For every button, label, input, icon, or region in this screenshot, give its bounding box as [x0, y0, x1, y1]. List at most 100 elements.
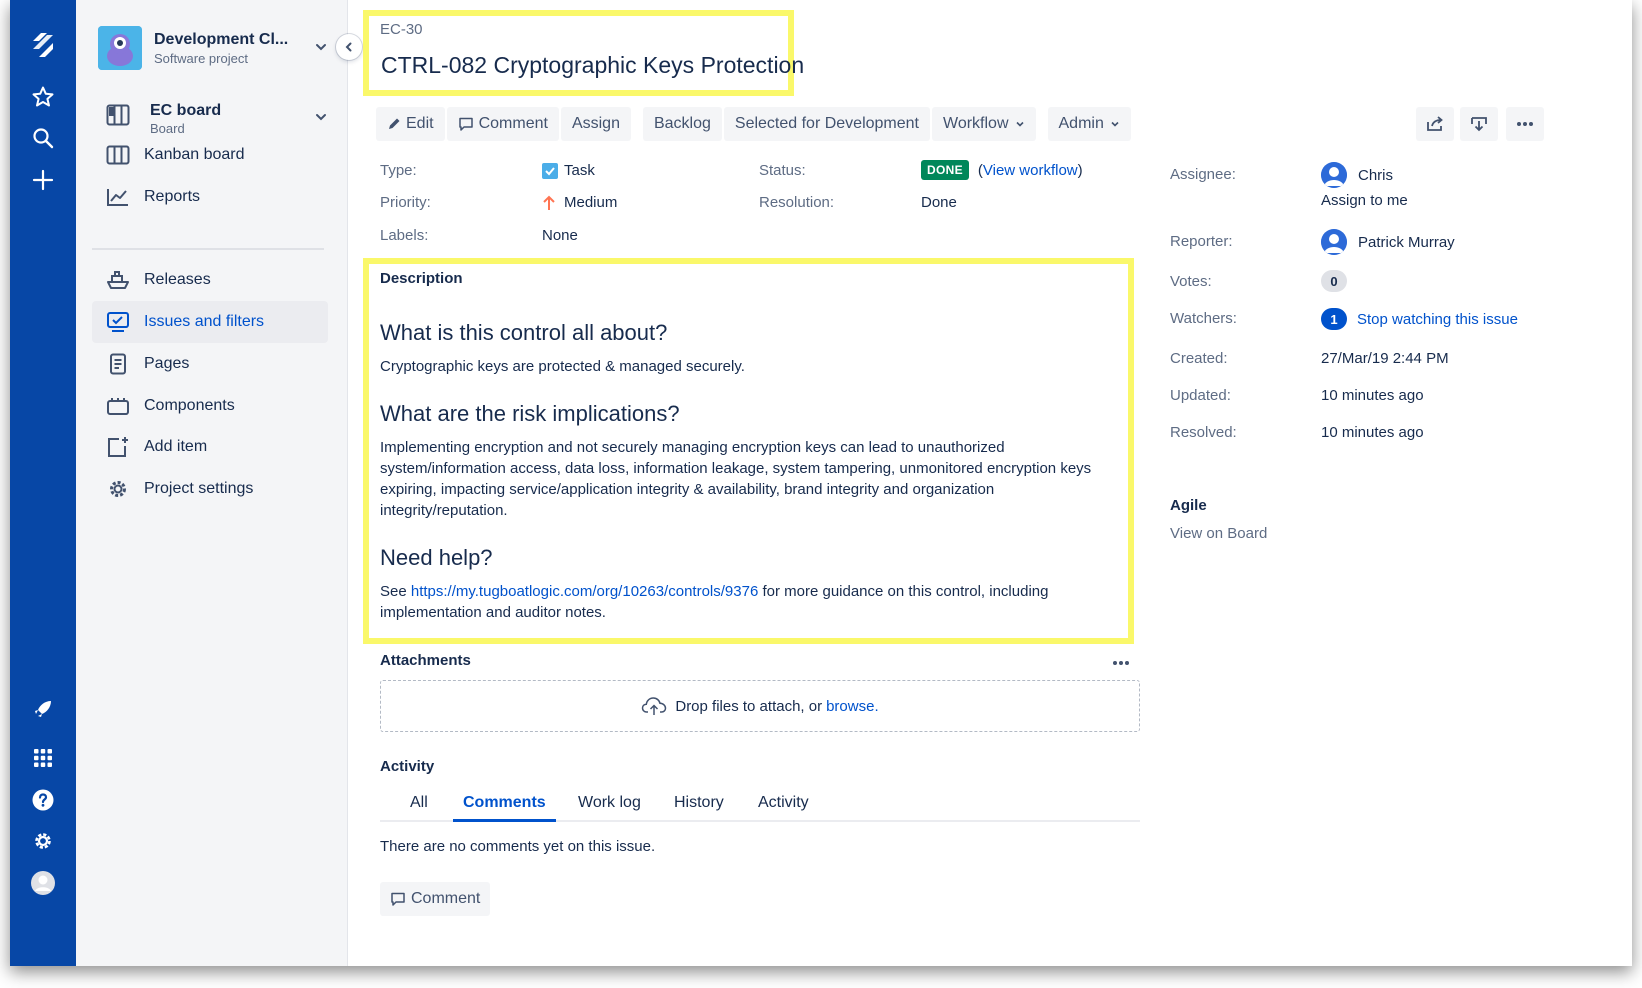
sidebar-item-reports[interactable]: Reports — [92, 176, 328, 218]
help-icon[interactable] — [26, 783, 60, 817]
comment-button[interactable]: Comment — [446, 107, 559, 141]
status-lozenge: DONE — [921, 160, 969, 180]
admin-dropdown[interactable]: Admin — [1047, 107, 1131, 141]
assignee-value[interactable]: Chris — [1321, 162, 1393, 188]
watchers-badge[interactable]: 1 — [1321, 308, 1347, 330]
tab-work-log[interactable]: Work log — [578, 794, 641, 822]
issue-title[interactable]: CTRL-082 Cryptographic Keys Protection — [381, 52, 804, 79]
description-paragraph: See https://my.tugboatlogic.com/org/1026… — [380, 581, 1115, 623]
chevron-down-icon[interactable] — [314, 110, 328, 128]
status-label: Status: — [759, 162, 806, 179]
description-paragraph: Implementing encryption and not securely… — [380, 439, 1092, 519]
view-on-board-link[interactable]: View on Board — [1170, 525, 1267, 542]
page-icon — [92, 353, 144, 375]
project-name: Development Cl... — [154, 31, 289, 48]
attachment-dropzone[interactable]: Drop files to attach, or browse. — [380, 680, 1140, 732]
create-plus-icon[interactable] — [26, 163, 60, 197]
share-button[interactable] — [1416, 107, 1454, 141]
votes-value[interactable]: 0 — [1321, 270, 1357, 292]
sidebar-item-label: Reports — [144, 188, 201, 205]
browse-link[interactable]: browse. — [826, 698, 879, 715]
component-icon — [92, 396, 144, 416]
sidebar-item-project-settings[interactable]: Project settings — [92, 468, 328, 510]
tab-comments[interactable]: Comments — [453, 794, 556, 822]
cloud-upload-icon — [642, 697, 667, 715]
created-value: 27/Mar/19 2:44 PM — [1321, 350, 1449, 367]
sidebar-item-label: Components — [144, 397, 235, 414]
updated-value: 10 minutes ago — [1321, 387, 1424, 404]
selected-for-development-button[interactable]: Selected for Development — [723, 107, 930, 141]
created-label: Created: — [1170, 350, 1228, 367]
resolution-label: Resolution: — [759, 194, 835, 211]
chevron-down-icon[interactable] — [314, 40, 328, 58]
sidebar-item-releases[interactable]: Releases — [92, 259, 328, 301]
assignee-label: Assignee: — [1170, 166, 1236, 183]
comment-icon — [391, 892, 405, 906]
sidebar-item-label: Add item — [144, 438, 208, 455]
add-item-icon — [92, 436, 144, 458]
more-icon — [1517, 122, 1533, 126]
resolved-label: Resolved: — [1170, 424, 1237, 441]
comment-label: Comment — [411, 890, 481, 907]
votes-badge: 0 — [1321, 270, 1347, 292]
board-icon — [106, 104, 130, 130]
comment-icon — [458, 117, 473, 131]
add-comment-button[interactable]: Comment — [380, 882, 491, 916]
tab-activity[interactable]: Activity — [758, 794, 809, 822]
backlog-button[interactable]: Backlog — [642, 107, 722, 141]
app-switcher-icon[interactable] — [26, 741, 60, 775]
labels-value[interactable]: None — [542, 227, 578, 244]
sidebar-item-add-item[interactable]: Add item — [92, 426, 328, 468]
description-subheading: What is this control all about? — [380, 320, 668, 345]
view-workflow-link[interactable]: View workflow — [983, 162, 1078, 179]
labels-label: Labels: — [380, 227, 429, 244]
workflow-dropdown[interactable]: Workflow — [932, 107, 1036, 141]
project-type: Software project — [154, 51, 248, 66]
avatar — [1321, 162, 1347, 188]
rocket-icon[interactable] — [26, 692, 60, 726]
app-window: Development Cl... Software project EC bo… — [10, 0, 1632, 966]
jira-logo-icon[interactable] — [26, 28, 60, 62]
admin-label: Admin — [1058, 115, 1104, 132]
watchers-value: 1 Stop watching this issue — [1321, 308, 1518, 330]
issue-key[interactable]: EC-30 — [380, 21, 423, 38]
assign-to-me-link[interactable]: Assign to me — [1321, 192, 1408, 209]
edit-button[interactable]: Edit — [376, 107, 445, 141]
text: See — [380, 583, 411, 600]
more-options-button[interactable] — [1506, 107, 1544, 141]
export-button[interactable] — [1460, 107, 1498, 141]
updated-label: Updated: — [1170, 387, 1231, 404]
control-guidance-link[interactable]: https://my.tugboatlogic.com/org/10263/co… — [411, 583, 758, 600]
tab-history[interactable]: History — [674, 794, 724, 822]
description-subheading: Need help? — [380, 545, 493, 570]
issue-view: EC-30 CTRL-082 Cryptographic Keys Protec… — [348, 0, 1632, 966]
sidebar-item-pages[interactable]: Pages — [92, 343, 328, 385]
reporter-name: Patrick Murray — [1358, 233, 1455, 251]
ship-icon — [92, 270, 144, 290]
sidebar-item-issues-and-filters[interactable]: Issues and filters — [92, 301, 328, 343]
comment-label: Comment — [478, 115, 548, 132]
activity-heading: Activity — [380, 758, 435, 775]
status-value: DONE (View workflow) — [921, 160, 1083, 180]
board-name: EC board — [150, 102, 222, 119]
project-header[interactable]: Development Cl... Software project — [98, 26, 328, 74]
reporter-value[interactable]: Patrick Murray — [1321, 229, 1455, 255]
sidebar-item-kanban-board[interactable]: Kanban board — [92, 134, 328, 176]
search-icon[interactable] — [26, 121, 60, 155]
star-icon[interactable] — [26, 80, 60, 114]
sidebar-item-label: Pages — [144, 355, 190, 372]
assign-button[interactable]: Assign — [560, 107, 631, 141]
sidebar-item-components[interactable]: Components — [92, 385, 328, 427]
settings-icon[interactable] — [26, 824, 60, 858]
tab-all[interactable]: All — [410, 794, 428, 822]
stop-watching-link[interactable]: Stop watching this issue — [1357, 311, 1518, 328]
profile-avatar[interactable] — [26, 866, 60, 900]
sidebar-item-label: Project settings — [144, 480, 254, 497]
share-icon — [1427, 116, 1443, 131]
attachments-more-button[interactable] — [1112, 653, 1130, 670]
download-icon — [1471, 117, 1487, 132]
sidebar-item-label: Kanban board — [144, 146, 245, 163]
gear-icon — [92, 478, 144, 500]
description-heading: Description — [380, 270, 463, 287]
chevron-down-icon — [1111, 121, 1119, 127]
